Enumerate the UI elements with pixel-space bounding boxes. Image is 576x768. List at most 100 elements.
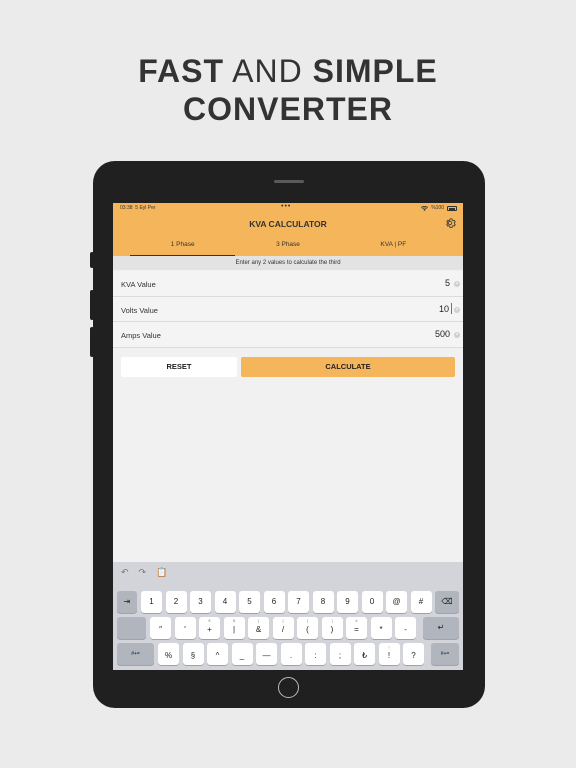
multitask-dots[interactable]: •••: [281, 203, 291, 210]
headline: FAST AND SIMPLE CONVERTER: [0, 52, 576, 128]
symbol-key[interactable]: ]): [321, 617, 343, 639]
punctuation-key[interactable]: ;: [329, 643, 351, 665]
key-0[interactable]: 0: [361, 591, 383, 613]
key-primary-label: &: [255, 625, 262, 634]
punctuation-key[interactable]: %: [158, 643, 179, 665]
blank-key[interactable]: [117, 617, 146, 639]
volts-label: Volts Value: [121, 305, 158, 315]
symbol-key[interactable]: } /: [272, 617, 294, 639]
battery-percent: %100: [431, 205, 444, 211]
symbol-key[interactable]: -: [395, 617, 416, 639]
punctuation-key[interactable]: ^: [207, 643, 228, 665]
clear-icon[interactable]: ×: [454, 306, 460, 313]
key-primary-label: *: [379, 625, 383, 634]
reset-button[interactable]: RESET: [121, 357, 237, 377]
keyboard-row-punctuation: #+=% § ^ _ —.:; ₺ ¡!? #+=: [113, 643, 463, 665]
headline-fast: FAST: [138, 53, 225, 89]
key-3[interactable]: 3: [190, 591, 211, 613]
keyboard-row-symbols: ″ ′ € + $ |{&} /[(]) ≠ = * - ↵: [113, 617, 463, 639]
key-primary-label: !: [387, 651, 391, 660]
symbol-key[interactable]: [(: [297, 617, 318, 639]
status-right: %100: [421, 205, 457, 211]
app-header: 03:38 5 Eyl Per ••• %100 KVA CALCULATOR …: [113, 203, 463, 256]
key-5[interactable]: 5: [239, 591, 260, 613]
key-@[interactable]: @: [386, 591, 407, 613]
tab-3-phase[interactable]: 3 Phase: [235, 239, 340, 256]
status-bar: 03:38 5 Eyl Per ••• %100: [113, 203, 463, 213]
key-primary-label: =: [354, 625, 359, 634]
key-primary-label: .: [289, 651, 293, 660]
punctuation-key[interactable]: §: [182, 643, 204, 665]
mute-switch: [90, 252, 94, 268]
symbol-key[interactable]: ≠ =: [346, 617, 367, 639]
delete-key[interactable]: ⌫: [435, 591, 459, 613]
clear-icon[interactable]: ×: [454, 332, 460, 338]
headline-line1: FAST AND SIMPLE: [0, 52, 576, 90]
key-primary-label: ″: [159, 625, 162, 634]
symbols-mode-key[interactable]: #+=: [117, 643, 154, 665]
symbol-key[interactable]: {&: [248, 617, 269, 639]
key-primary-label: ): [330, 625, 334, 634]
punctuation-key[interactable]: —: [256, 643, 277, 665]
instruction-hint: Enter any 2 values to calculate the thir…: [113, 256, 463, 270]
kva-label: KVA Value: [121, 280, 156, 289]
volume-down-button: [90, 327, 94, 357]
gear-icon[interactable]: [445, 217, 457, 229]
kva-value[interactable]: 5: [445, 278, 450, 288]
punctuation-key[interactable]: ¡!: [378, 643, 400, 665]
calculate-button[interactable]: CALCULATE: [241, 357, 455, 377]
amps-label: Amps Value: [121, 331, 161, 340]
keyboard-toolbar: ↶ ↷ 📋: [121, 567, 167, 579]
key-primary-label: -: [404, 625, 407, 634]
symbol-key[interactable]: $ |: [223, 617, 245, 639]
tab-kva-pf[interactable]: KVA | PF: [341, 239, 446, 256]
key-primary-label: §: [190, 651, 196, 660]
amps-value[interactable]: 500: [435, 329, 450, 339]
punctuation-key[interactable]: .: [280, 643, 302, 665]
punctuation-key[interactable]: ?: [403, 643, 424, 665]
undo-icon[interactable]: ↶: [121, 567, 129, 579]
key-primary-label: (: [306, 625, 309, 634]
status-time: 03:38 5 Eyl Per: [120, 205, 156, 211]
key-7[interactable]: 7: [288, 591, 309, 613]
volts-value[interactable]: 10: [439, 304, 449, 314]
symbol-key[interactable]: € +: [199, 617, 220, 639]
key-primary-label: |: [232, 625, 236, 634]
key-primary-label: _: [239, 651, 245, 660]
home-button[interactable]: [278, 677, 299, 698]
paste-icon[interactable]: 📋: [156, 567, 167, 579]
on-screen-keyboard: ↶ ↷ 📋 ⇥ 1 2 3 4 5 6 7 8 9 0 @ # ⌫ ″ ′ € + $ |{&} /[(]) ≠ = * - ↵…: [113, 562, 463, 670]
app-title: KVA CALCULATOR: [249, 219, 327, 229]
key-4[interactable]: 4: [214, 591, 236, 613]
key-primary-label: +: [207, 625, 212, 634]
redo-icon[interactable]: ↷: [139, 567, 147, 579]
punctuation-key[interactable]: _: [231, 643, 253, 665]
key-6[interactable]: 6: [263, 591, 285, 613]
key-#[interactable]: #: [410, 591, 432, 613]
volts-field[interactable]: Volts Value 10 ×: [113, 296, 463, 322]
symbol-key[interactable]: ′: [174, 617, 196, 639]
punctuation-key[interactable]: ₺: [354, 643, 375, 665]
amps-field[interactable]: Amps Value 500 ×: [113, 322, 463, 348]
symbol-key[interactable]: *: [370, 617, 392, 639]
key-8[interactable]: 8: [312, 591, 334, 613]
symbol-key[interactable]: ″: [150, 617, 171, 639]
text-caret: [451, 302, 452, 314]
key-primary-label: ^: [215, 651, 220, 660]
punctuation-key[interactable]: :: [305, 643, 326, 665]
wifi-icon: [421, 205, 429, 211]
symbols-mode-key[interactable]: #+=: [431, 643, 459, 665]
clear-icon[interactable]: ×: [454, 281, 460, 287]
headline-simple: SIMPLE: [312, 53, 438, 89]
key-2[interactable]: 2: [165, 591, 187, 613]
key-9[interactable]: 9: [337, 591, 358, 613]
phase-tabs: 1 Phase 3 Phase KVA | PF: [130, 239, 446, 256]
return-key[interactable]: ↵: [423, 617, 459, 639]
kva-field[interactable]: KVA Value 5 ×: [113, 271, 463, 297]
key-primary-label: —: [262, 651, 271, 660]
input-fields: KVA Value 5 × Volts Value 10 × Amps Valu…: [113, 271, 463, 348]
tab-key[interactable]: ⇥: [117, 591, 137, 613]
key-primary-label: ′: [184, 625, 186, 634]
tab-1-phase[interactable]: 1 Phase: [130, 239, 236, 256]
key-1[interactable]: 1: [141, 591, 162, 613]
